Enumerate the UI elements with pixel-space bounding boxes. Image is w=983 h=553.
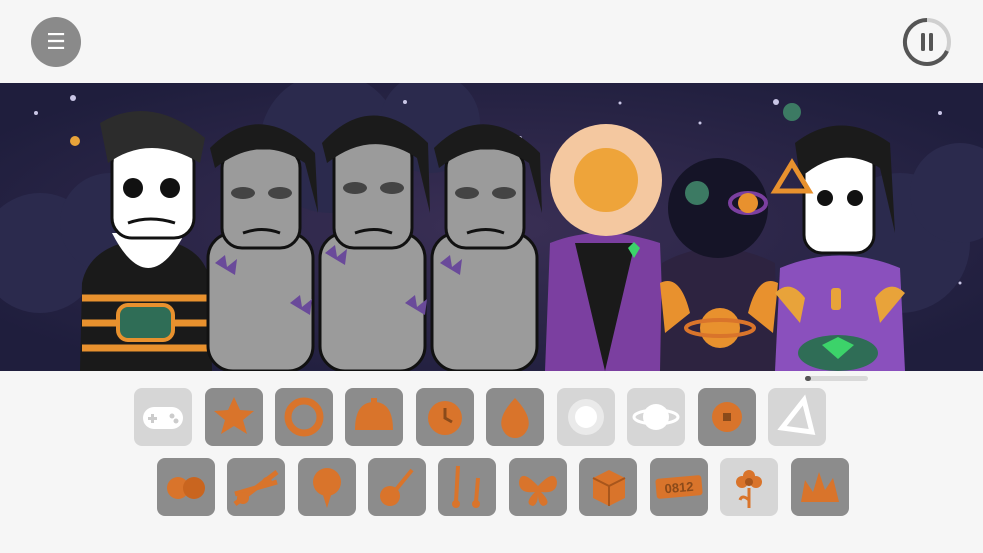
hamburger-menu-icon: ☰ xyxy=(46,29,66,55)
stage-scene xyxy=(0,83,983,371)
tile-sun[interactable] xyxy=(557,388,615,446)
tile-star[interactable] xyxy=(205,388,263,446)
tile-flower[interactable] xyxy=(720,458,778,516)
bell-icon xyxy=(355,398,393,430)
tile-butterfly[interactable] xyxy=(509,458,567,516)
ring-icon xyxy=(284,397,324,437)
tile-cube[interactable] xyxy=(579,458,637,516)
tag-icon: 0812 xyxy=(655,475,703,499)
menu-button[interactable]: ☰ xyxy=(31,17,81,67)
gamepad-icon xyxy=(143,407,183,429)
top-bar: ☰ xyxy=(0,0,983,83)
scroll-track[interactable] xyxy=(805,376,868,381)
tile-ring[interactable] xyxy=(275,388,333,446)
butterfly-icon xyxy=(519,475,557,506)
scroll-thumb[interactable] xyxy=(805,376,811,381)
character-sun xyxy=(545,124,665,371)
square-button-icon xyxy=(712,402,742,432)
fire-icon xyxy=(801,472,839,502)
tile-guitar[interactable] xyxy=(368,458,426,516)
tile-planet[interactable] xyxy=(627,388,685,446)
tile-tag[interactable]: 0812 xyxy=(650,458,708,516)
star-icon xyxy=(214,397,254,434)
cube-icon xyxy=(592,470,626,506)
guitar-icon xyxy=(380,468,414,506)
planet-icon xyxy=(632,404,680,430)
tile-triangle[interactable] xyxy=(768,388,826,446)
tile-pin[interactable] xyxy=(298,458,356,516)
tile-gamepad[interactable] xyxy=(134,388,192,446)
beans-icon xyxy=(167,477,205,499)
tile-drumsticks[interactable] xyxy=(438,458,496,516)
tile-clock[interactable] xyxy=(416,388,474,446)
clock-icon xyxy=(428,401,462,435)
character-cosmic xyxy=(660,158,778,371)
drop-icon xyxy=(501,398,529,438)
tile-square-button[interactable] xyxy=(698,388,756,446)
pause-icon xyxy=(902,17,951,66)
tile-violins[interactable] xyxy=(227,458,285,516)
tile-drop[interactable] xyxy=(486,388,544,446)
performer-stage xyxy=(0,83,983,371)
character-grey-2 xyxy=(318,115,430,371)
tile-beans[interactable] xyxy=(157,458,215,516)
tile-bell[interactable] xyxy=(345,388,403,446)
violins-icon xyxy=(233,470,279,506)
drumsticks-icon xyxy=(452,465,480,508)
triangle-icon xyxy=(777,394,816,435)
tile-fire[interactable] xyxy=(791,458,849,516)
pin-icon xyxy=(313,468,341,508)
pause-button[interactable] xyxy=(902,17,952,67)
tag-text: 0812 xyxy=(664,479,694,496)
sun-icon xyxy=(568,399,604,435)
flower-icon xyxy=(736,470,762,508)
